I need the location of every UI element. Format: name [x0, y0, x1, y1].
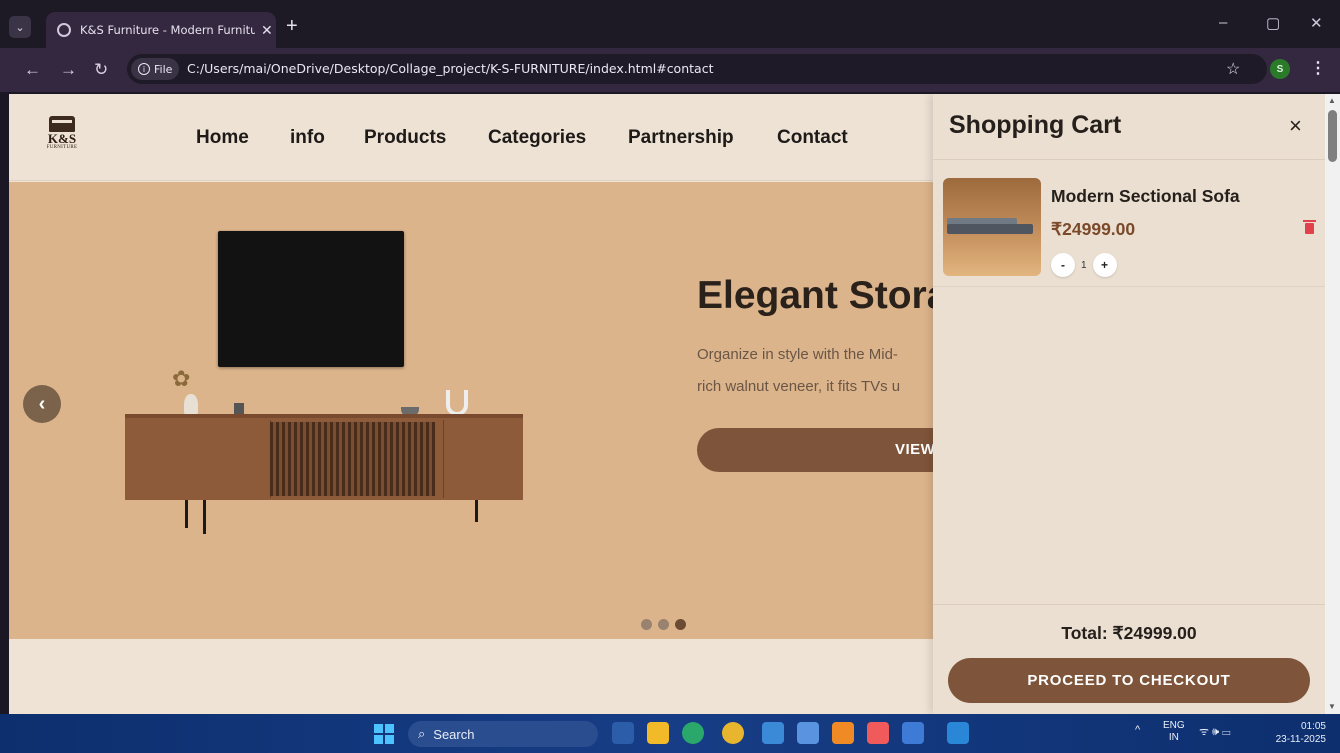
scroll-down-icon[interactable]: ▼ [1328, 702, 1336, 711]
cart-footer: Total: ₹24999.00 PROCEED TO CHECKOUT [933, 604, 1325, 714]
close-window-icon[interactable]: ✕ [1310, 14, 1323, 32]
cart-item-name: Modern Sectional Sofa [1051, 186, 1240, 206]
sculpture-decor [446, 390, 468, 416]
app-icon[interactable] [762, 722, 784, 744]
view-button-label: VIEW [895, 441, 936, 458]
clock-date: 23-11-2025 [1275, 734, 1326, 745]
nav-categories[interactable]: Categories [488, 127, 586, 149]
nav-info[interactable]: info [290, 127, 325, 149]
cart-header: Shopping Cart × [933, 94, 1325, 160]
cabinet-leg [203, 500, 206, 534]
url-text[interactable]: C:/Users/mai/OneDrive/Desktop/Collage_pr… [187, 61, 713, 76]
site-info-chip[interactable]: i File [131, 58, 180, 80]
sofa-base [947, 224, 1033, 234]
cabinet-leg [185, 500, 188, 528]
profile-avatar[interactable]: S [1270, 59, 1290, 79]
windows-taskbar: ⌕ Search ^ ENG IN ᯤ 🕪 ▭ 01:05 23-11-2025 [0, 714, 1340, 753]
vlc-icon[interactable] [832, 722, 854, 744]
nav-contact[interactable]: Contact [777, 127, 848, 149]
tray-overflow-icon[interactable]: ^ [1135, 724, 1140, 736]
slide-indicators [641, 619, 686, 630]
tv-cabinet-image [125, 418, 523, 500]
nav-partnership[interactable]: Partnership [628, 127, 734, 149]
cabinet-leg [475, 500, 478, 522]
xampp-icon[interactable] [867, 722, 889, 744]
region-code: IN [1168, 732, 1179, 743]
prev-slide-button[interactable]: ‹ [23, 385, 61, 423]
tv-image [218, 231, 404, 367]
forward-icon[interactable]: → [60, 60, 77, 80]
edge-icon[interactable] [682, 722, 704, 744]
cart-total: Total: ₹24999.00 [1061, 623, 1197, 643]
address-bar[interactable]: i File C:/Users/mai/OneDrive/Desktop/Col… [127, 54, 1267, 84]
system-clock[interactable]: 01:05 23-11-2025 [1266, 720, 1326, 746]
notepad-icon[interactable] [797, 722, 819, 744]
sofa-product-image [943, 178, 1041, 276]
cart-title: Shopping Cart [949, 111, 1122, 139]
cart-item: Modern Sectional Sofa ₹24999.00 - 1 + [933, 161, 1325, 287]
clock-time: 01:05 [1300, 721, 1326, 732]
cart-item-price: ₹24999.00 [1051, 219, 1136, 239]
globe-icon [57, 23, 71, 37]
quantity-stepper: - 1 + [1051, 253, 1117, 277]
slide-dot[interactable] [641, 619, 652, 630]
tab-title: K&S Furniture - Modern Furniture [80, 23, 255, 37]
vscode-icon[interactable] [947, 722, 969, 744]
browser-menu-icon[interactable]: ⋮ [1310, 58, 1326, 78]
file-explorer-icon[interactable] [647, 722, 669, 744]
trash-icon[interactable] [1303, 220, 1316, 234]
task-view-icon[interactable] [612, 722, 634, 744]
cabinet-door [443, 420, 444, 498]
app-icon[interactable] [902, 722, 924, 744]
slide-dot-active[interactable] [675, 619, 686, 630]
file-label: File [154, 62, 173, 76]
increase-qty-button[interactable]: + [1092, 253, 1117, 277]
address-toolbar: ← → ↻ i File C:/Users/mai/OneDrive/Deskt… [0, 48, 1340, 92]
taskbar-search-label: Search [433, 726, 475, 742]
slide-dot[interactable] [658, 619, 669, 630]
web-page: K&S FURNITURE Home info Products Categor… [9, 94, 1325, 714]
page-scrollbar[interactable]: ▲ ▼ [1325, 94, 1340, 714]
taskbar-search[interactable]: ⌕ Search [408, 721, 598, 747]
close-cart-icon[interactable]: × [1289, 113, 1302, 139]
minimize-icon[interactable]: – [1219, 14, 1227, 31]
logo-sub: FURNITURE [46, 145, 78, 150]
chrome-icon[interactable] [722, 722, 744, 744]
search-icon: ⌕ [418, 726, 426, 741]
windows-start-icon[interactable] [374, 724, 394, 744]
shopping-cart-panel: Shopping Cart × Modern Sectional Sofa ₹2… [933, 94, 1325, 714]
quantity-value: 1 [1081, 259, 1087, 271]
new-tab-button[interactable]: + [286, 15, 298, 38]
tab-search-button[interactable]: ⌄ [9, 16, 31, 38]
bookmark-star-icon[interactable]: ☆ [1226, 59, 1240, 79]
browser-titlebar: ⌄ K&S Furniture - Modern Furniture ✕ + –… [0, 0, 1340, 48]
tab-close-icon[interactable]: ✕ [261, 22, 273, 39]
hero-title: Elegant Stora [697, 274, 949, 317]
nav-products[interactable]: Products [364, 127, 446, 149]
restore-icon[interactable]: ▢ [1266, 14, 1280, 32]
network-volume-battery-icons[interactable]: ᯤ 🕪 ▭ [1199, 724, 1230, 739]
cabinet-slats [270, 422, 435, 496]
site-logo[interactable]: K&S FURNITURE [37, 116, 87, 150]
scroll-up-icon[interactable]: ▲ [1328, 96, 1336, 105]
reload-icon[interactable]: ↻ [94, 60, 108, 80]
language-indicator[interactable]: ENG IN [1163, 720, 1185, 744]
plant-decor: ✿ [172, 366, 191, 391]
checkout-button[interactable]: PROCEED TO CHECKOUT [948, 658, 1310, 703]
back-icon[interactable]: ← [24, 60, 41, 80]
logo-brand: K&S [47, 131, 77, 146]
decrease-qty-button[interactable]: - [1051, 253, 1075, 277]
nav-home[interactable]: Home [196, 127, 249, 149]
language-code: ENG [1163, 720, 1185, 731]
sofa-logo-icon [49, 116, 75, 132]
browser-tab[interactable]: K&S Furniture - Modern Furniture ✕ [46, 12, 276, 48]
scroll-thumb[interactable] [1328, 110, 1337, 162]
info-icon: i [138, 63, 150, 75]
